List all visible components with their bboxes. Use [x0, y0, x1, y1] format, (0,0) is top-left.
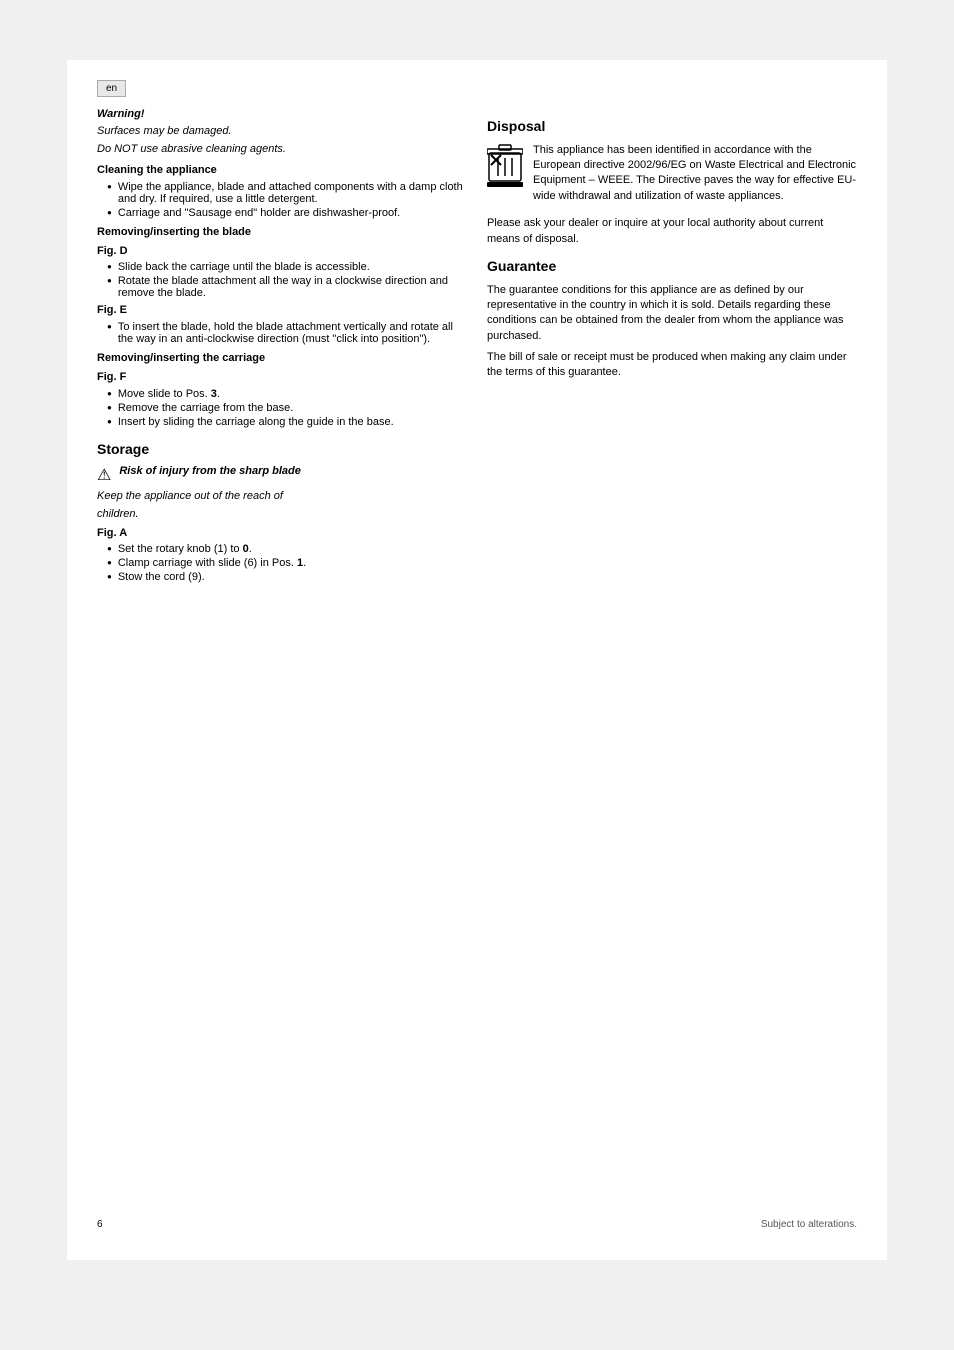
page: en Warning! Surfaces may be damaged. Do …: [0, 0, 954, 1350]
two-column-layout: Warning! Surfaces may be damaged. Do NOT…: [97, 107, 857, 587]
cleaning-list: Wipe the appliance, blade and attached c…: [97, 181, 467, 219]
storage-section: Storage ⚠ Risk of injury from the sharp …: [97, 440, 467, 584]
warning-line-1: Surfaces may be damaged.: [97, 124, 467, 139]
fig-e-label: Fig. E: [97, 303, 467, 318]
cleaning-item-1: Wipe the appliance, blade and attached c…: [118, 181, 467, 205]
document: en Warning! Surfaces may be damaged. Do …: [67, 60, 887, 1260]
warning-title: Warning!: [97, 107, 467, 122]
fig-f-item-2: Remove the carriage from the base.: [118, 402, 293, 414]
fig-d-label: Fig. D: [97, 244, 467, 259]
removing-blade-title: Removing/inserting the blade: [97, 225, 467, 240]
fig-e-list: To insert the blade, hold the blade atta…: [97, 321, 467, 345]
cleaning-title: Cleaning the appliance: [97, 163, 467, 178]
fig-a-label: Fig. A: [97, 526, 467, 541]
list-item: Move slide to Pos. 3.: [97, 388, 467, 400]
weee-icon: [487, 143, 523, 187]
list-item: Carriage and "Sausage end" holder are di…: [97, 207, 467, 219]
disposal-section: Disposal: [487, 117, 857, 247]
fig-f-item-3: Insert by sliding the carriage along the…: [118, 416, 394, 428]
fig-f-list: Move slide to Pos. 3. Remove the carriag…: [97, 388, 467, 428]
list-item: To insert the blade, hold the blade atta…: [97, 321, 467, 345]
fig-a-item-1: Set the rotary knob (1) to 0.: [118, 543, 252, 555]
fig-a-list: Set the rotary knob (1) to 0. Clamp carr…: [97, 543, 467, 583]
list-item: Wipe the appliance, blade and attached c…: [97, 181, 467, 205]
one-bold: 1: [297, 557, 303, 569]
lang-bar: en: [97, 80, 126, 97]
storage-title: Storage: [97, 440, 467, 460]
list-item: Slide back the carriage until the blade …: [97, 261, 467, 273]
disposal-note: Please ask your dealer or inquire at you…: [487, 216, 857, 247]
list-item: Set the rotary knob (1) to 0.: [97, 543, 467, 555]
list-item: Stow the cord (9).: [97, 571, 467, 583]
zero-bold: 0: [243, 543, 249, 555]
guarantee-para-1: The guarantee conditions for this applia…: [487, 283, 857, 345]
removing-carriage-title: Removing/inserting the carriage: [97, 351, 467, 366]
warning-line-2: Do NOT use abrasive cleaning agents.: [97, 142, 467, 157]
list-item: Clamp carriage with slide (6) in Pos. 1.: [97, 557, 467, 569]
warning-triangle-icon: ⚠: [97, 465, 111, 485]
guarantee-section: Guarantee The guarantee conditions for t…: [487, 257, 857, 381]
list-item: Insert by sliding the carriage along the…: [97, 416, 467, 428]
fig-f-label: Fig. F: [97, 370, 467, 385]
fig-e-item-1: To insert the blade, hold the blade atta…: [118, 321, 467, 345]
left-column: Warning! Surfaces may be damaged. Do NOT…: [97, 107, 467, 587]
storage-warning-text: Risk of injury from the sharp blade: [119, 465, 301, 477]
guarantee-para-2: The bill of sale or receipt must be prod…: [487, 350, 857, 381]
pos-3-bold: 3: [211, 388, 217, 400]
fig-d-list: Slide back the carriage until the blade …: [97, 261, 467, 299]
fig-d-item-1: Slide back the carriage until the blade …: [118, 261, 370, 273]
cleaning-item-2: Carriage and "Sausage end" holder are di…: [118, 207, 400, 219]
fig-d-item-2: Rotate the blade attachment all the way …: [118, 275, 467, 299]
fig-f-item-1: Move slide to Pos. 3.: [118, 388, 220, 400]
storage-warning-sub-2: children.: [97, 507, 467, 522]
fig-a-item-2: Clamp carriage with slide (6) in Pos. 1.: [118, 557, 306, 569]
storage-warning-sub-1: Keep the appliance out of the reach of: [97, 489, 467, 504]
disposal-text: This appliance has been identified in ac…: [533, 143, 857, 205]
page-number: 6: [97, 1219, 103, 1230]
right-column: Disposal: [487, 107, 857, 587]
fig-a-item-3: Stow the cord (9).: [118, 571, 205, 583]
storage-warning-box: ⚠ Risk of injury from the sharp blade: [97, 465, 467, 485]
lang-label: en: [106, 83, 117, 94]
guarantee-title: Guarantee: [487, 257, 857, 277]
list-item: Remove the carriage from the base.: [97, 402, 467, 414]
list-item: Rotate the blade attachment all the way …: [97, 275, 467, 299]
disposal-content: This appliance has been identified in ac…: [487, 143, 857, 211]
disposal-title: Disposal: [487, 117, 857, 137]
subject-to-alterations: Subject to alterations.: [761, 1219, 857, 1230]
